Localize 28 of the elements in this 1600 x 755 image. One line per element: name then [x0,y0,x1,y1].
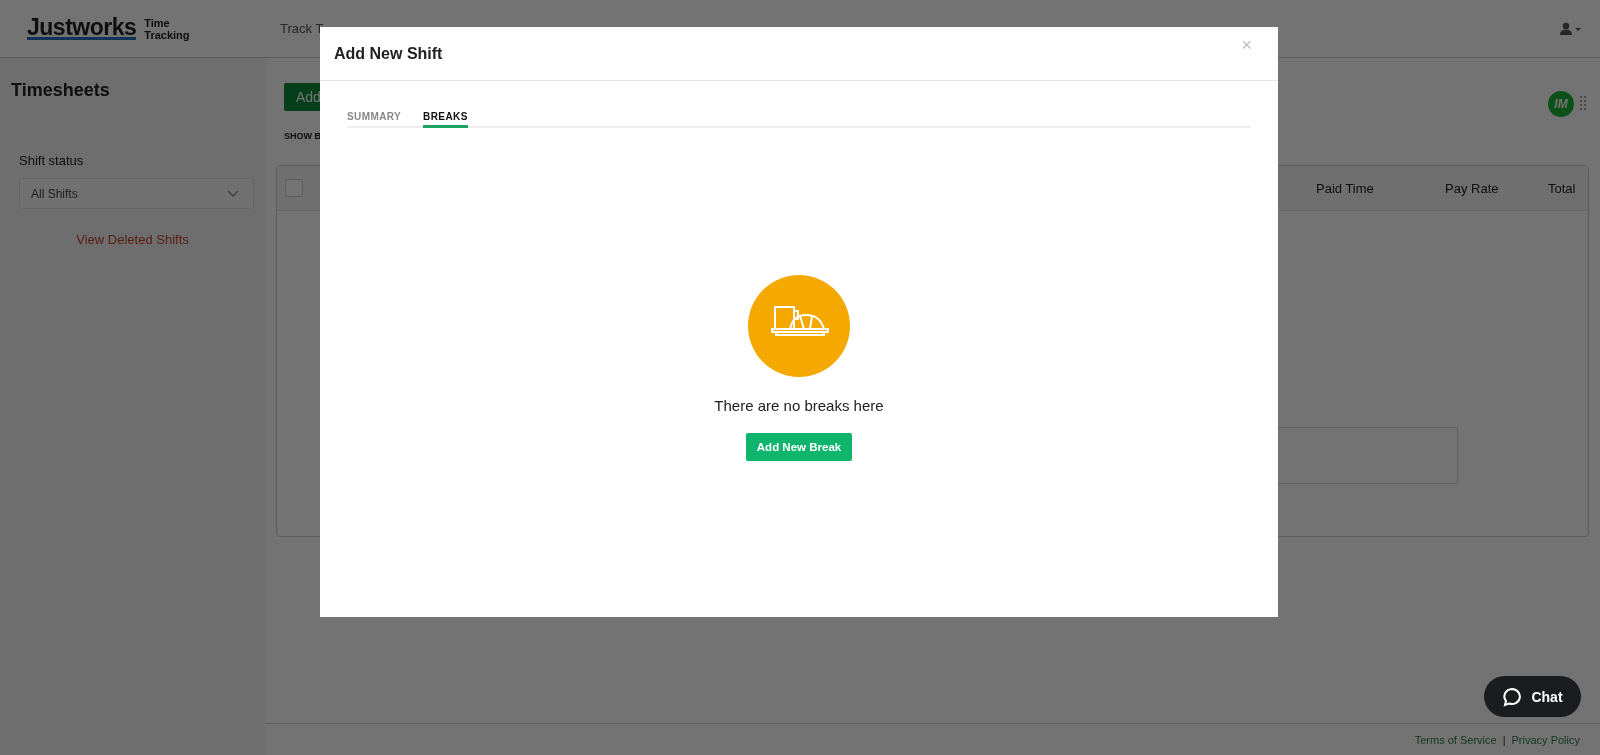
dialog-title: Add New Shift [334,44,443,63]
chevron-down-icon [227,189,239,198]
drag-handle-icon [1580,96,1586,112]
close-button[interactable]: × [1235,34,1258,57]
column-header: Total [1548,180,1577,196]
privacy-link[interactable]: Privacy Policy [1511,733,1580,746]
add-break-button[interactable]: Add New Break [745,433,853,461]
column-header: Pay Rate [1445,180,1500,196]
chat-button[interactable]: Chat [1484,676,1581,717]
coffee-croissant-icon [748,275,850,377]
user-icon [1560,21,1582,36]
column-header: Paid Time [1316,180,1375,196]
page-title: Timesheets [11,80,111,101]
terms-link[interactable]: Terms of Service [1414,733,1497,746]
chat-bubble-icon [1502,686,1523,707]
badge-logo: IM [1548,91,1574,117]
logo-subtitle: Time Tracking [144,16,191,41]
tab[interactable]: SUMMARY [347,111,402,128]
empty-message: There are no breaks here [714,397,884,414]
filter-label: Shift status [19,153,85,168]
tab[interactable]: BREAKS [423,111,468,128]
shift-status-dropdown[interactable]: All Shifts [19,178,254,209]
separator: | [1502,733,1506,746]
user-menu-button[interactable] [1560,21,1582,36]
show-label: SHOW B [284,131,322,141]
view-deleted-link[interactable]: View Deleted Shifts [76,232,189,247]
nav-link[interactable]: Track T [280,21,324,36]
logo: Justworks [27,17,137,40]
